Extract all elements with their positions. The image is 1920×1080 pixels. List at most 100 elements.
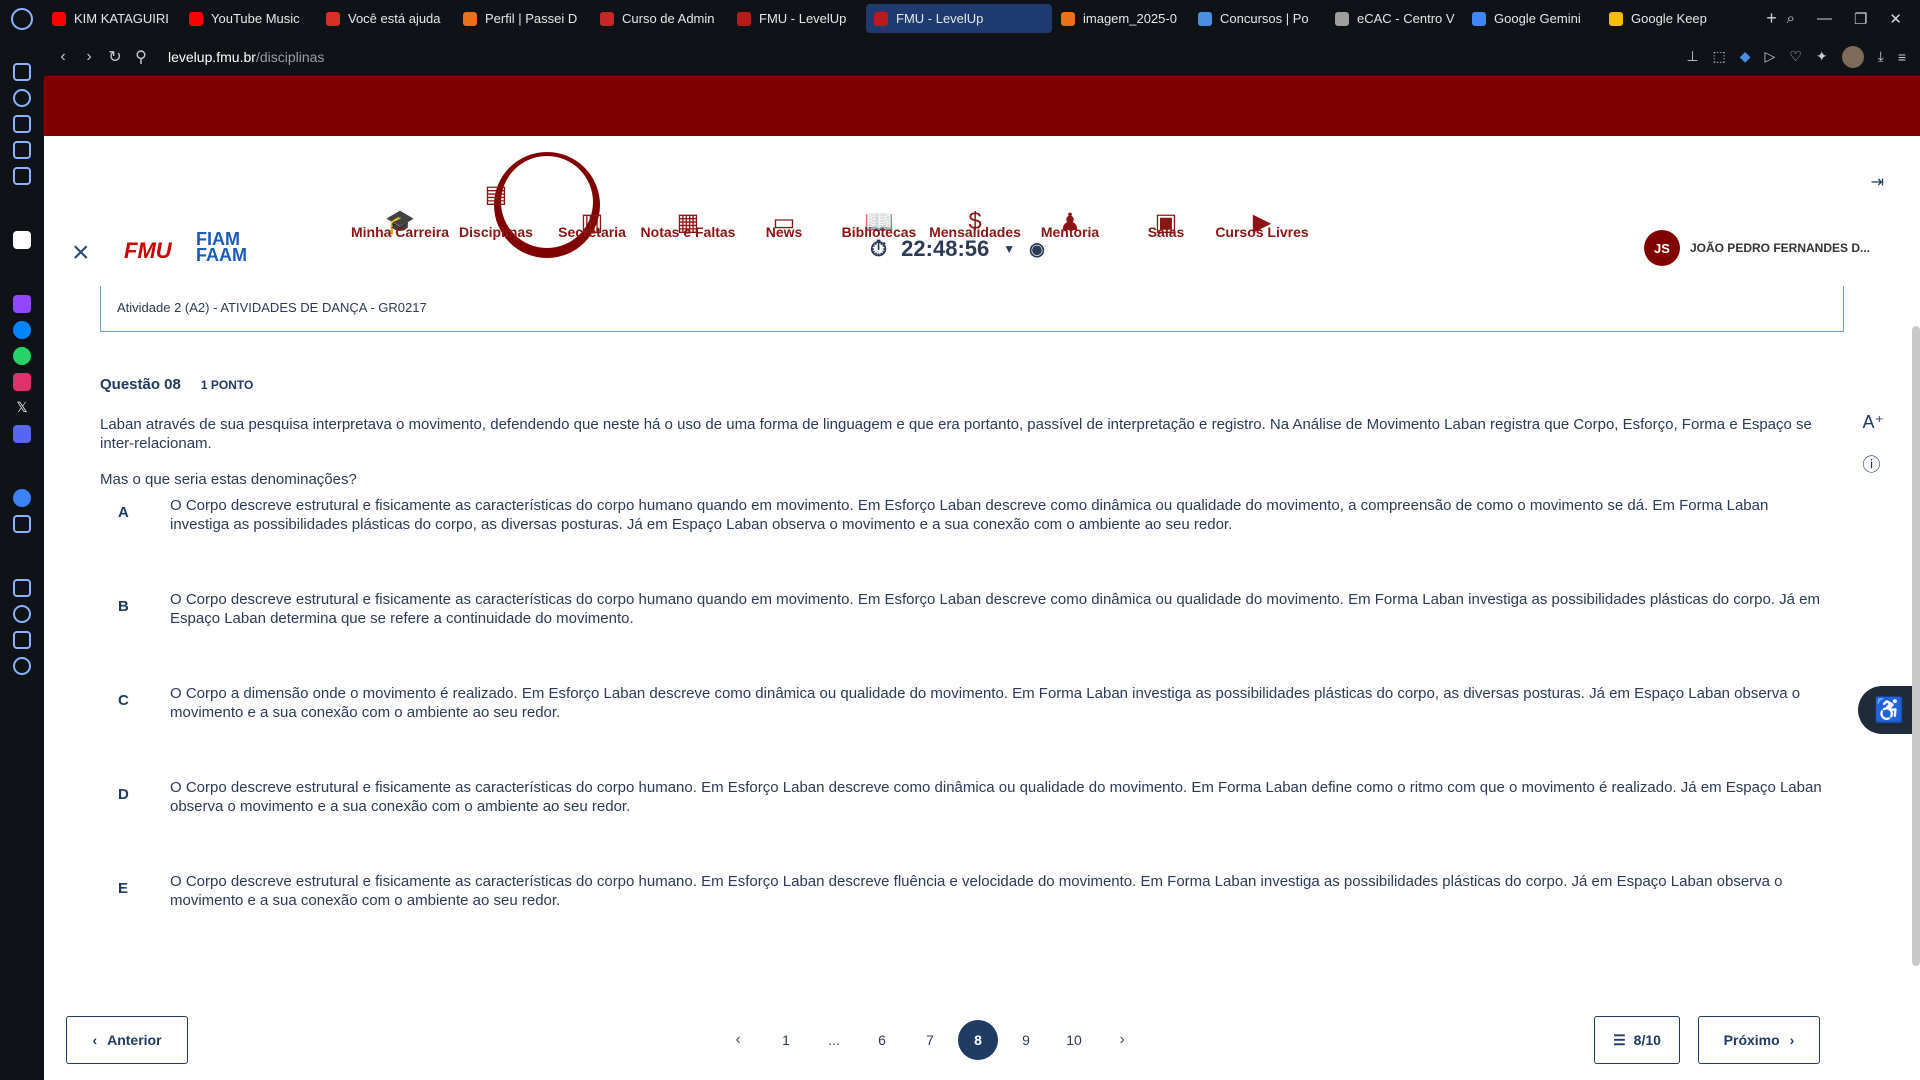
browser-tab-bar: KIM KATAGUIRI YouTube Music Você está ajud… (0, 0, 1920, 37)
browser-tab[interactable]: FMU - LevelUp (866, 4, 1052, 33)
search-tabs-icon[interactable]: ⌕ (1787, 10, 1795, 28)
eye-icon[interactable]: ◉ (1029, 239, 1045, 260)
screenshot-icon[interactable]: ⬚ (1713, 48, 1726, 65)
url-field[interactable]: levelup.fmu.br/disciplinas (168, 49, 324, 65)
previous-button[interactable]: ‹ Anterior (66, 1016, 188, 1064)
site-info-icon[interactable]: ⚲ (128, 47, 154, 67)
faam-text: FAAM (196, 245, 247, 265)
bag-icon[interactable] (13, 115, 31, 133)
tab-title: Perfil | Passei D (485, 11, 578, 26)
page-number[interactable]: 9 (1002, 1020, 1050, 1060)
tab-favicon-icon (1335, 11, 1349, 26)
close-icon[interactable]: × (72, 236, 90, 270)
browser-tab[interactable]: FMU - LevelUp (729, 4, 865, 33)
twitch-icon[interactable] (13, 295, 31, 313)
extension-icon[interactable]: ✦ (1816, 48, 1828, 65)
browser-tab[interactable]: KIM KATAGUIRI (44, 4, 180, 33)
tab-favicon-icon (1472, 11, 1486, 26)
next-button[interactable]: Próximo › (1698, 1016, 1820, 1064)
browser-tab[interactable]: Google Gemini (1464, 4, 1600, 33)
pin-icon[interactable]: ⊥ (1686, 48, 1698, 65)
download-icon[interactable]: ⤓ (1878, 48, 1884, 65)
user-profile[interactable]: JS JOÃO PEDRO FERNANDES D... (1643, 230, 1870, 266)
question-number: Questão 08 (100, 376, 181, 393)
page-number[interactable]: ... (810, 1020, 858, 1060)
tab-title: Google Keep (1631, 11, 1707, 26)
refresh-icon[interactable] (13, 89, 31, 107)
browser-tab[interactable]: Você está ajuda (318, 4, 454, 33)
info-icon[interactable]: ⓘ (1862, 451, 1884, 477)
option-text: O Corpo a dimensão onde o movimento é re… (170, 685, 1801, 721)
browser-tab[interactable]: Curso de Admin (592, 4, 728, 33)
browser-sidebar: 𝕏 (0, 37, 44, 1080)
profile-avatar[interactable] (1841, 45, 1864, 68)
tab-title: Curso de Admin (622, 11, 715, 26)
list-icon: ☰ (1613, 1031, 1626, 1048)
history-icon[interactable] (13, 605, 31, 623)
page-number[interactable]: 6 (858, 1020, 906, 1060)
shield-icon[interactable] (13, 141, 31, 159)
browser-tab[interactable]: Perfil | Passei D (455, 4, 591, 33)
window-controls: ⌕ — ❐ ✕ (1787, 10, 1920, 28)
play-icon[interactable]: ▷ (1765, 48, 1776, 65)
browser-tab[interactable]: Concursos | Po (1190, 4, 1326, 33)
discord-icon[interactable] (13, 425, 31, 443)
browser-tab[interactable]: eCAC - Centro V (1327, 4, 1463, 33)
send-icon[interactable] (13, 515, 31, 533)
vpn-icon[interactable]: ◆ (1740, 48, 1751, 65)
tab-title: FMU - LevelUp (896, 11, 984, 26)
chevron-down-icon[interactable]: ▼ (1003, 242, 1015, 256)
wallet-icon[interactable] (13, 579, 31, 597)
footer-navigation: ‹ Anterior ‹ 1... 6 7 8 9 10 › ☰ 8/10 Próximo › (44, 1016, 1920, 1066)
x-icon[interactable]: 𝕏 (13, 399, 31, 417)
browser-tab[interactable]: Google Keep (1601, 4, 1737, 33)
heart-icon[interactable]: ♡ (1789, 48, 1802, 65)
nav-item-label[interactable]: Cursos Livres (1204, 224, 1320, 240)
tab-title: KIM KATAGUIRI (74, 11, 169, 26)
page-number[interactable]: 1 (762, 1020, 810, 1060)
mail-icon[interactable] (13, 167, 31, 185)
back-icon[interactable]: ‹ (50, 48, 76, 66)
logout-icon[interactable]: ⇥ (1871, 172, 1884, 192)
messenger-icon[interactable] (13, 321, 31, 339)
tab-title: eCAC - Centro V (1357, 11, 1455, 26)
player-icon[interactable] (13, 489, 31, 507)
settings-icon[interactable] (13, 657, 31, 675)
menu-icon[interactable]: ≡ (1898, 49, 1906, 65)
extensions-icon[interactable] (13, 631, 31, 649)
browser-logo-icon[interactable] (0, 0, 44, 37)
previous-label: Anterior (107, 1032, 162, 1048)
reload-icon[interactable]: ↻ (102, 47, 128, 67)
question-count: 8/10 (1633, 1032, 1661, 1048)
page-number[interactable]: 8 (958, 1020, 998, 1060)
accessibility-icon[interactable]: ♿ (1858, 686, 1920, 734)
instagram-icon[interactable] (13, 373, 31, 391)
gamepad-icon[interactable] (13, 63, 31, 81)
tab-favicon-icon (1061, 11, 1075, 26)
next-label: Próximo (1723, 1032, 1780, 1048)
whatsapp-icon[interactable] (13, 347, 31, 365)
address-bar: ‹ › ↻ ⚲ levelup.fmu.br/disciplinas ⊥ ⬚ ◆… (44, 37, 1920, 76)
page-prev-chevron-icon[interactable]: ‹ (714, 1020, 762, 1060)
option-letter: E (118, 880, 129, 897)
font-size-icon[interactable]: A⁺ (1862, 412, 1884, 433)
document-icon[interactable]: ▤ (480, 180, 512, 212)
browser-tab[interactable]: imagem_2025-0 (1053, 4, 1189, 33)
page-number[interactable]: 7 (906, 1020, 954, 1060)
app-icon[interactable] (13, 231, 31, 249)
fmu-logo: FMU (124, 238, 172, 263)
page-next-chevron-icon[interactable]: › (1098, 1020, 1146, 1060)
browser-tab[interactable]: YouTube Music (181, 4, 317, 33)
restore-icon[interactable]: ❐ (1854, 10, 1867, 28)
close-window-icon[interactable]: ✕ (1889, 10, 1902, 28)
question-points: 1 PONTO (200, 377, 254, 392)
question-count-button[interactable]: ☰ 8/10 (1594, 1016, 1680, 1064)
page-number[interactable]: 10 (1050, 1020, 1098, 1060)
scrollbar[interactable] (1912, 326, 1920, 966)
side-tools: A⁺ ⓘ (1862, 412, 1884, 477)
new-tab-button[interactable]: + (1757, 8, 1787, 29)
minimize-icon[interactable]: — (1817, 10, 1832, 28)
tab-title: imagem_2025-0 (1083, 11, 1177, 26)
forward-icon[interactable]: › (76, 48, 102, 66)
question-area: Questão 08 1 PONTO Laban através de sua … (100, 376, 1844, 909)
